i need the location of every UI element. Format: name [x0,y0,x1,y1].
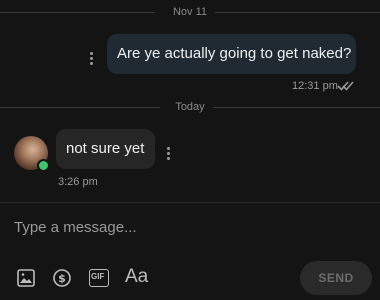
composer-divider [0,202,380,203]
message-input[interactable] [14,215,364,239]
incoming-message[interactable]: not sure yet [56,129,155,169]
send-button[interactable]: SEND [300,261,372,295]
message-options-icon[interactable] [167,147,171,160]
gif-label: GIF [91,272,105,281]
dollar-icon[interactable]: $ [52,268,72,288]
date-label: Nov 11 [164,6,216,18]
date-divider: Nov 11 [0,4,380,20]
message-text: Are ye actually going to get naked? [117,45,352,62]
svg-text:$: $ [58,272,66,285]
message-options-icon[interactable] [90,52,94,65]
message-time: 3:26 pm [58,176,98,188]
message-text: not sure yet [66,140,145,157]
double-check-icon [337,81,354,91]
outgoing-message[interactable]: Are ye actually going to get naked? [107,34,356,74]
online-status-indicator [37,159,50,172]
gif-icon[interactable]: GIF [89,269,109,287]
message-time: 12:31 pm [292,80,338,92]
date-divider: Today [0,99,380,115]
date-label: Today [167,101,213,113]
image-icon[interactable] [16,268,36,288]
font-format-icon[interactable]: Aa [125,266,148,288]
